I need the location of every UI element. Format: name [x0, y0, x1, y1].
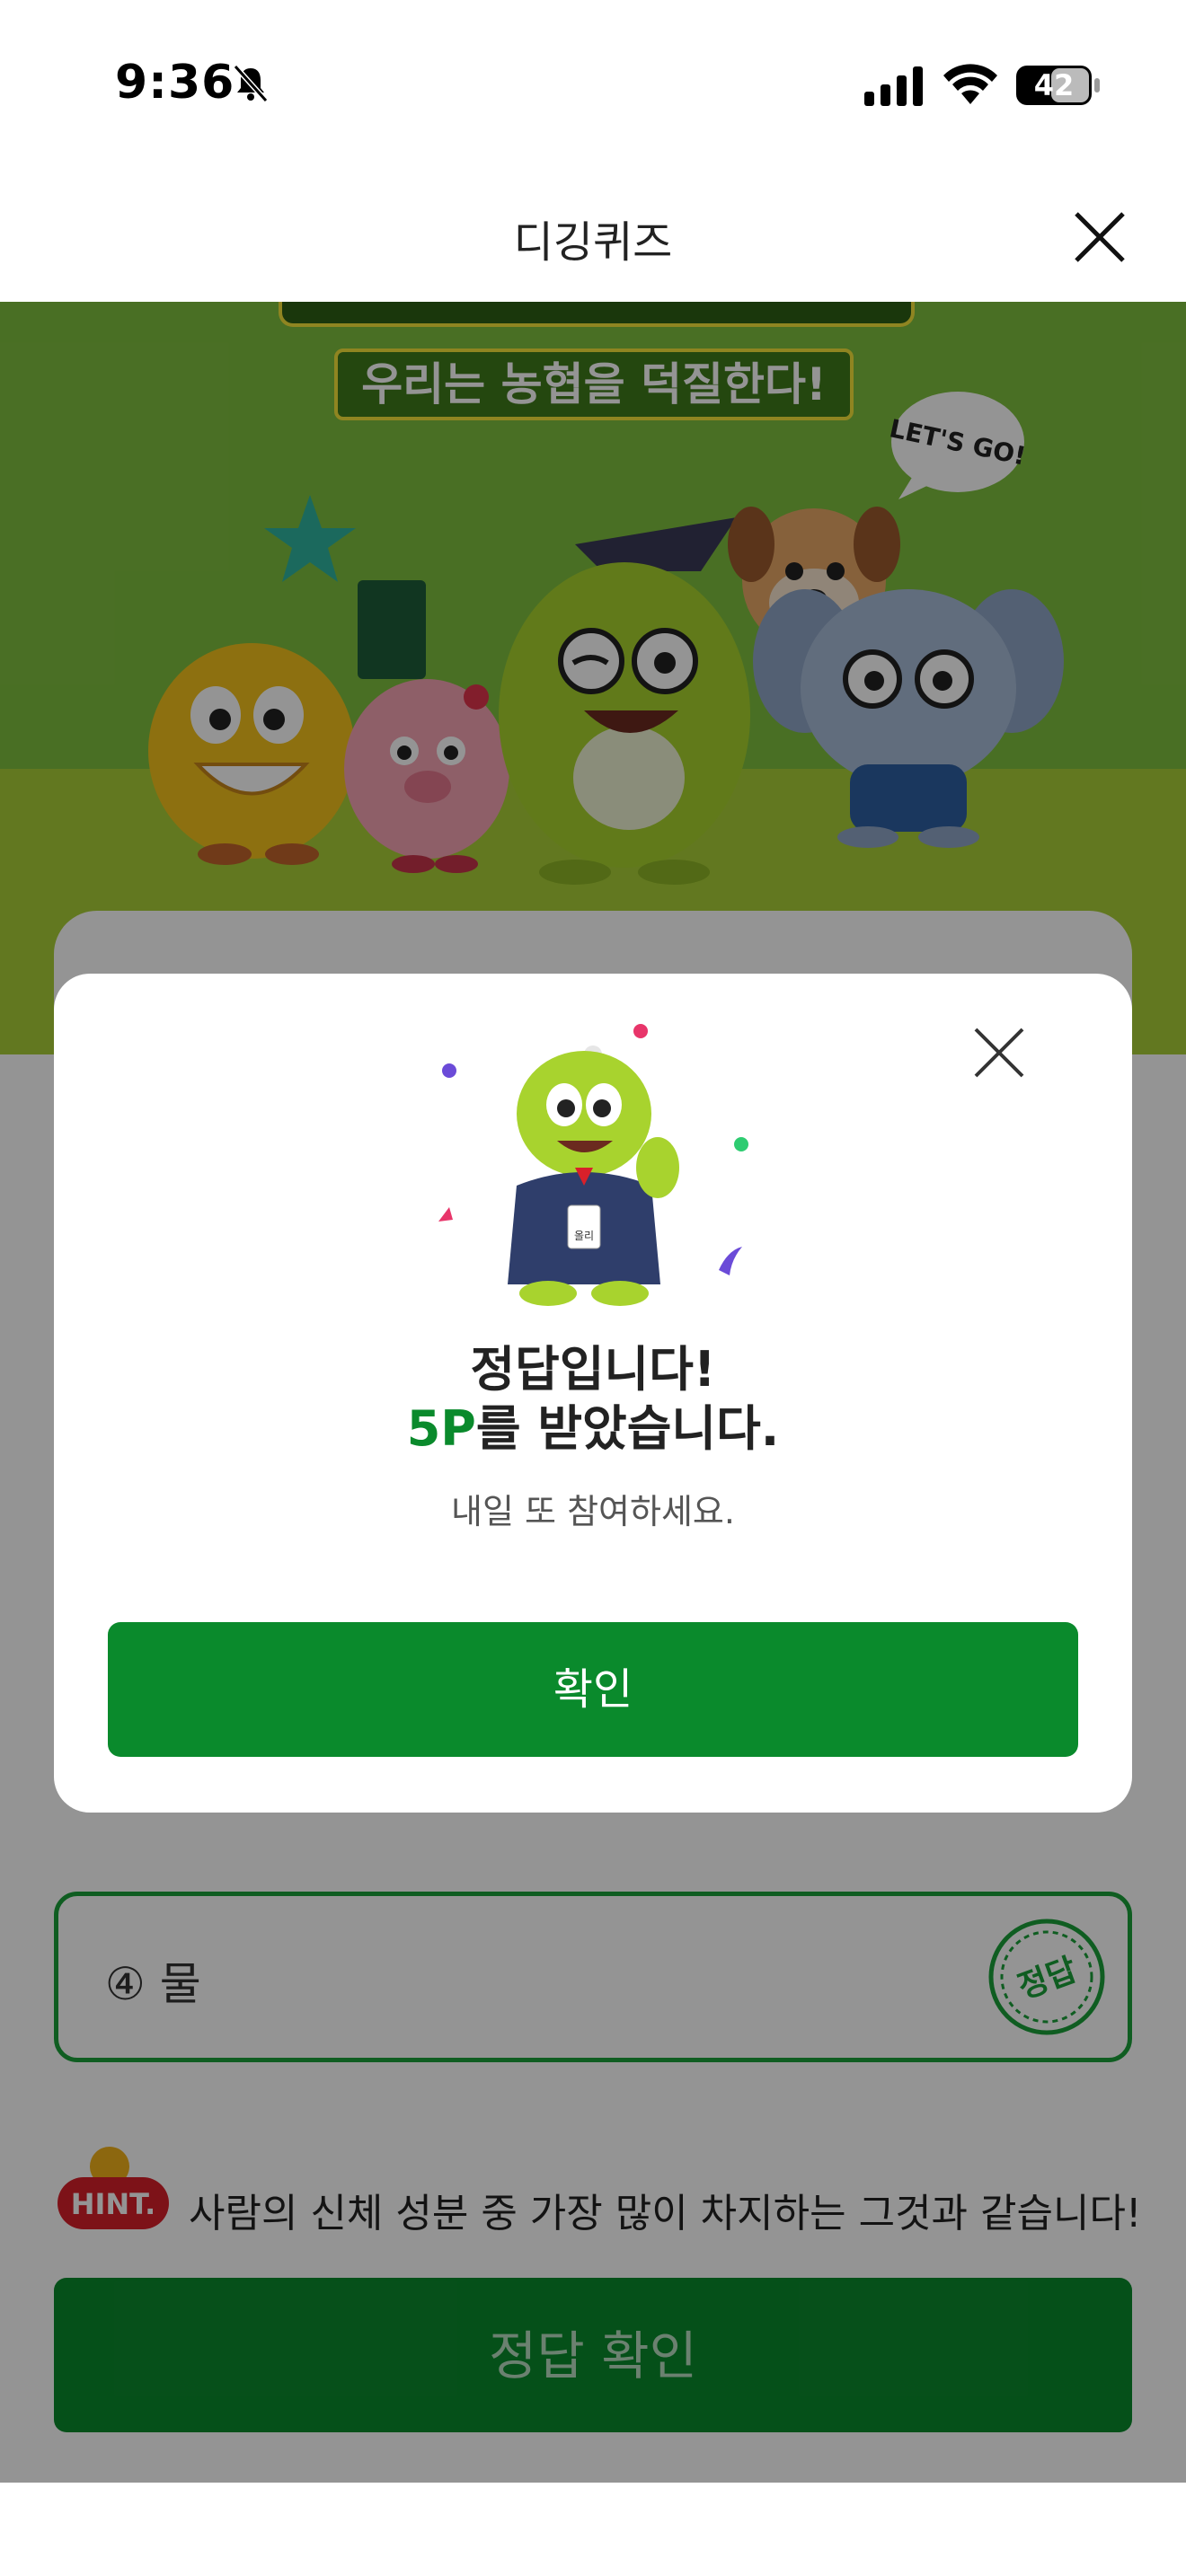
bottom-safe-area — [0, 2483, 1186, 2576]
close-icon[interactable] — [1069, 207, 1130, 268]
status-bar: 9:36 42 — [0, 0, 1186, 171]
confirm-button[interactable]: 확인 — [108, 1622, 1078, 1757]
mascot-badge-text: 올리 — [574, 1230, 594, 1242]
page-title: 디깅퀴즈 — [513, 217, 673, 268]
battery-icon: 42 — [1016, 66, 1100, 105]
modal-subtitle: 내일 또 참여하세요. — [451, 1492, 735, 1531]
bell-muted-icon — [233, 64, 269, 103]
modal-close-icon[interactable] — [970, 1024, 1028, 1081]
nav-header: 디깅퀴즈 — [0, 171, 1186, 302]
mascot-illustration: 올리 — [438, 1024, 748, 1306]
points-value: 5P — [406, 1400, 476, 1457]
signal-icon — [864, 66, 923, 106]
battery-level: 42 — [1034, 68, 1075, 102]
wifi-icon — [943, 64, 997, 104]
status-time: 9:36 — [115, 56, 235, 110]
points-suffix: 를 받았습니다. — [475, 1400, 780, 1457]
modal-points-line: 5P를 받았습니다. — [54, 1389, 1132, 1460]
